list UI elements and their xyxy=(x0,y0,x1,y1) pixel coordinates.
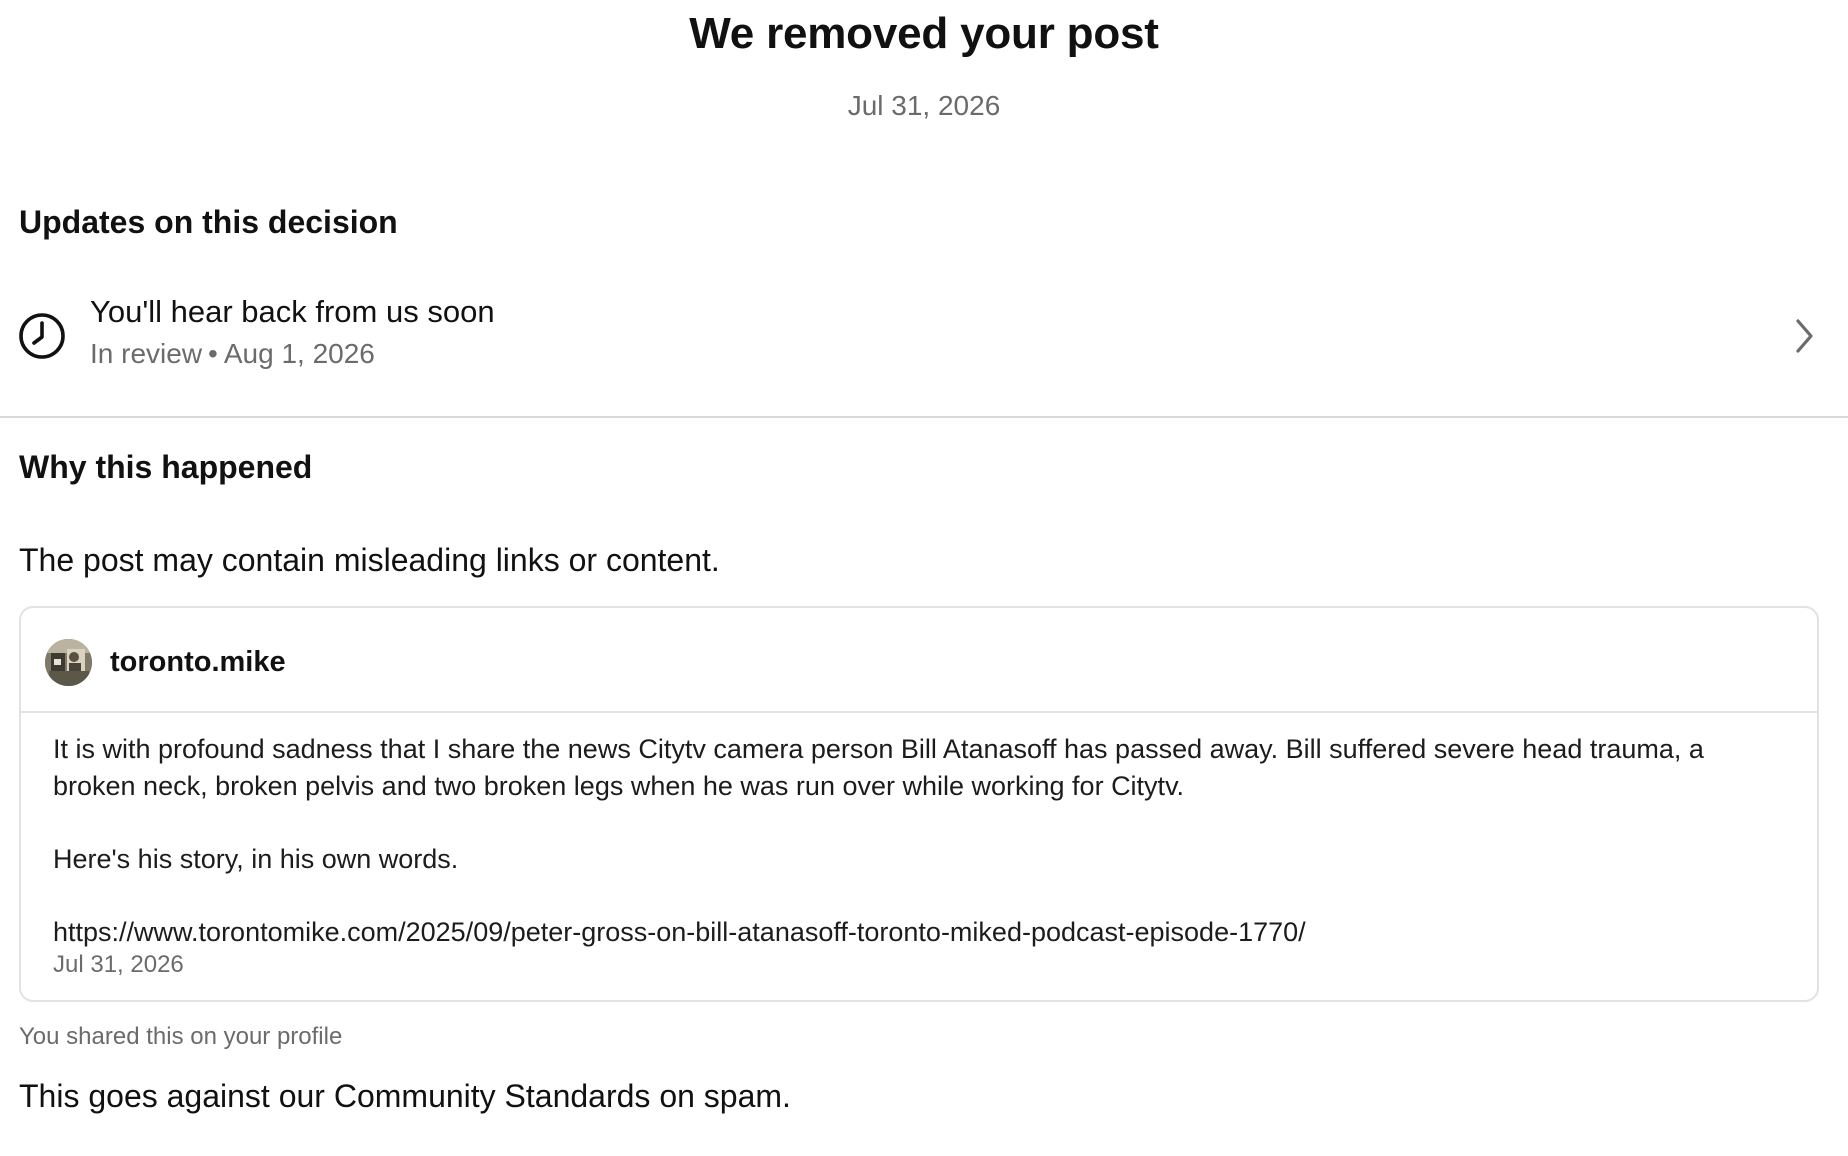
separator-dot: • xyxy=(208,338,218,369)
update-item-review[interactable]: You'll hear back from us soon In review •… xyxy=(0,285,1848,415)
avatar[interactable] xyxy=(45,639,92,686)
reason-text: The post may contain misleading links or… xyxy=(19,542,720,578)
chevron-right-icon[interactable] xyxy=(1794,317,1816,355)
page-title: We removed your post xyxy=(689,9,1159,58)
shared-note: You shared this on your profile xyxy=(19,1023,343,1050)
post-link[interactable]: https://www.torontomike.com/2025/09/pete… xyxy=(53,914,1773,951)
section-divider xyxy=(0,416,1848,418)
clock-icon xyxy=(19,313,65,359)
post-author[interactable]: toronto.mike xyxy=(110,644,286,680)
post-paragraph: It is with profound sadness that I share… xyxy=(53,734,1704,801)
post-header: toronto.mike xyxy=(21,608,1817,713)
removed-post-card: toronto.mike It is with profound sadness… xyxy=(19,606,1819,1002)
community-standards-text: This goes against our Community Standard… xyxy=(19,1078,791,1114)
post-body: It is with profound sadness that I share… xyxy=(53,731,1773,950)
update-date: Aug 1, 2026 xyxy=(223,338,375,369)
updates-heading: Updates on this decision xyxy=(19,204,398,240)
update-status-line: In review • Aug 1, 2026 xyxy=(90,337,375,371)
why-heading: Why this happened xyxy=(19,449,313,485)
post-paragraph: Here's his story, in his own words. xyxy=(53,843,459,874)
update-title: You'll hear back from us soon xyxy=(90,294,495,329)
update-status: In review xyxy=(90,338,203,369)
post-date: Jul 31, 2026 xyxy=(53,951,184,978)
page-date: Jul 31, 2026 xyxy=(847,90,1001,121)
